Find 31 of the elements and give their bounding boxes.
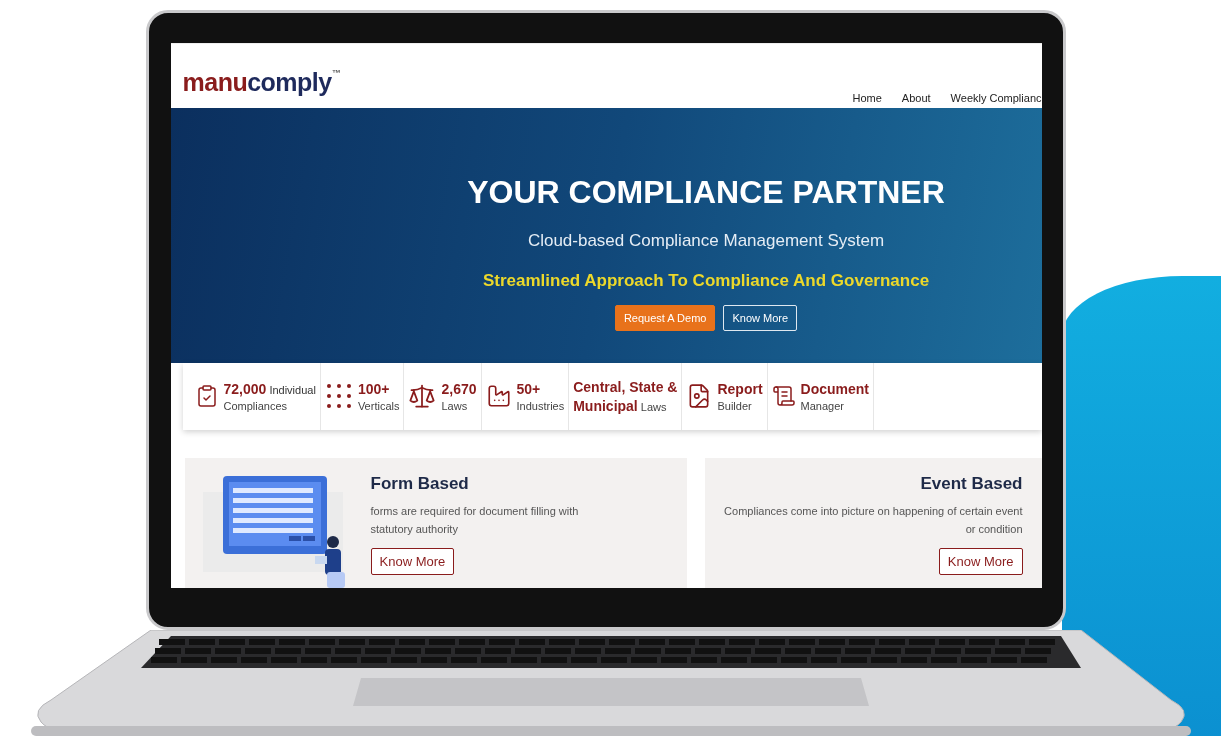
stat-label: Builder [717, 399, 753, 412]
nav-link[interactable]: Weekly Complianc [950, 91, 1042, 104]
stat-label: Verticals [357, 399, 400, 412]
logo[interactable]: manucomply™ [182, 68, 341, 97]
stat-label: Compliances [223, 399, 289, 412]
hero-title: YOUR COMPLIANCE PARTNER [467, 173, 945, 211]
document-icon [771, 384, 796, 409]
hero-tagline: Streamlined Approach To Compliance And Governance [482, 270, 930, 291]
stat-value: Central, State & [573, 378, 678, 395]
stat-label: Manager [800, 399, 845, 412]
know-more-button[interactable]: Know More [938, 548, 1023, 575]
factory-icon [485, 383, 512, 410]
card-text: forms are required for document filling with statutory authority [370, 504, 580, 537]
card-text: Compliances come into picture on happening of certain event or condition [723, 504, 1023, 537]
stat-value: 100+ [357, 380, 391, 397]
stat-label: Municipal Laws [573, 397, 668, 414]
nav-link[interactable]: About [901, 91, 931, 104]
dots-icon [324, 382, 353, 411]
stat-label: Laws [441, 399, 469, 412]
stat-value: Document [800, 380, 870, 397]
know-more-button[interactable]: Know More [370, 548, 455, 575]
stat-label: Industries [516, 399, 565, 412]
stat-value: Report [717, 380, 763, 397]
nav-link[interactable]: Home [852, 91, 882, 104]
card-title: Event Based [920, 474, 1023, 494]
stat-value: 2,670 [441, 380, 477, 397]
stat-value: 72,000 Individual [223, 380, 316, 397]
know-more-button[interactable]: Know More [723, 304, 798, 331]
stat-value: 50+ [516, 380, 542, 397]
card-title: Form Based [370, 474, 469, 494]
hero-subtitle: Cloud-based Compliance Management System [527, 230, 885, 251]
